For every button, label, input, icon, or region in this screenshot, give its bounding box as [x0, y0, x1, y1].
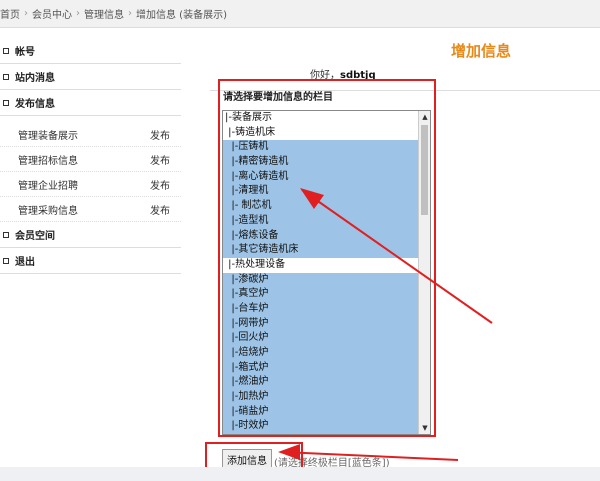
annotation-arrows — [278, 188, 493, 461]
annotation-arrow-to-list — [300, 188, 493, 324]
status-bar — [0, 467, 600, 481]
annotation-arrow-to-button — [278, 444, 459, 461]
